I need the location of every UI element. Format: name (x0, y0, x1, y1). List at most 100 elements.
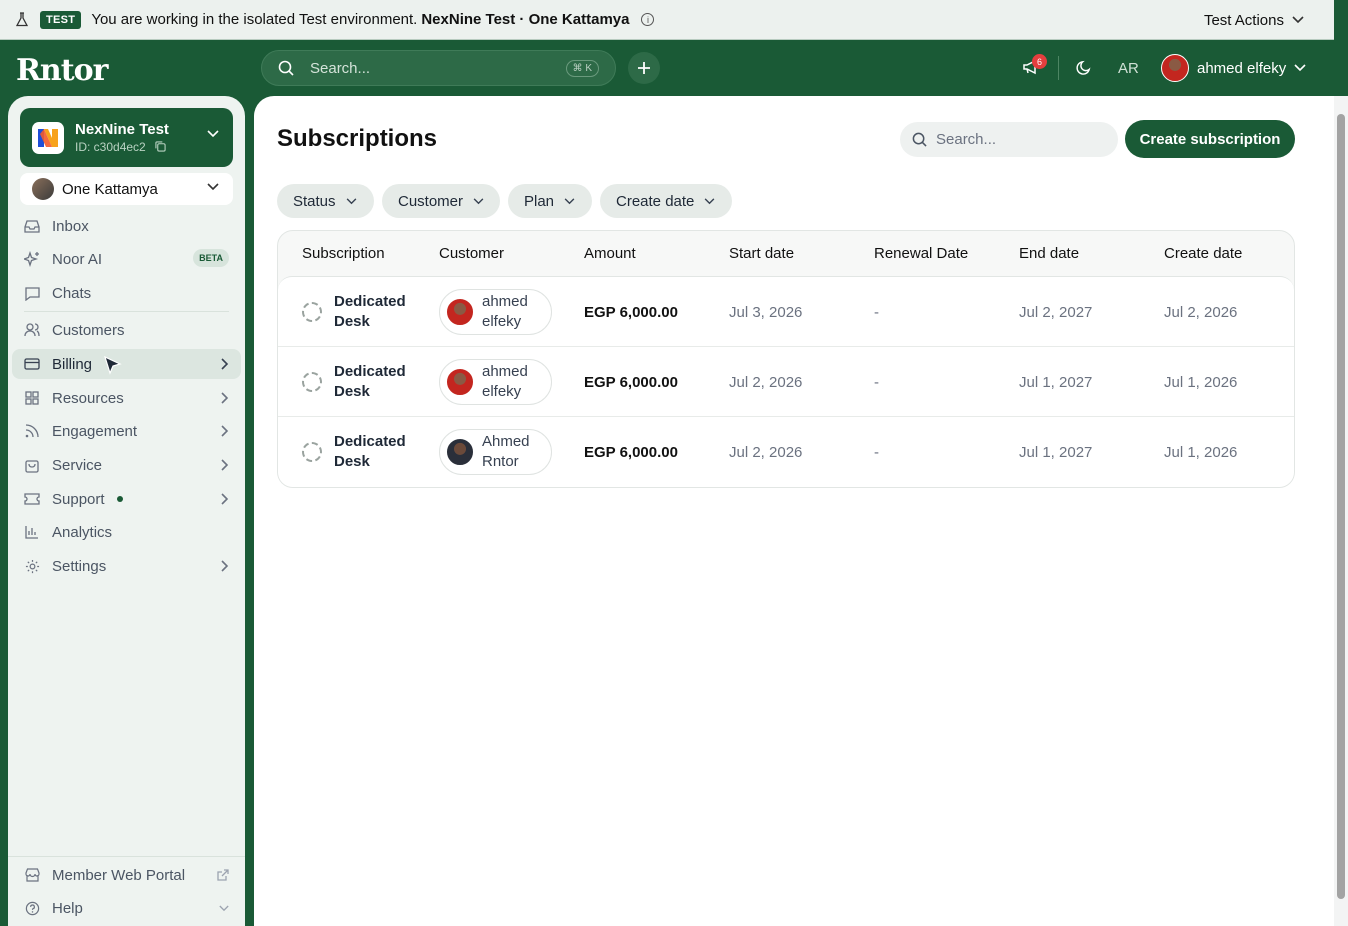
chevron-down-icon (1294, 64, 1306, 72)
global-search-placeholder: Search... (310, 59, 371, 77)
chevron-right-icon (221, 392, 229, 404)
status-icon (302, 277, 322, 347)
table-body: Dedicated Desk ahmed elfeky EGP 6,000.00 J… (278, 276, 1294, 487)
sidebar-item-label: Chats (52, 284, 92, 302)
sidebar-item-service[interactable]: Service (12, 450, 241, 480)
amount: EGP 6,000.00 (584, 443, 678, 461)
sidebar-item-label: Engagement (52, 422, 138, 440)
filter-plan[interactable]: Plan (508, 184, 592, 218)
subscription-name: Dedicated Desk (334, 433, 406, 470)
table-row[interactable]: Dedicated Desk ahmed elfeky EGP 6,000.00 J… (278, 347, 1294, 417)
start-date: Jul 3, 2026 (729, 303, 803, 321)
sidebar-item-noor-ai[interactable]: Noor AI BETA (12, 244, 241, 274)
test-actions-label: Test Actions (1203, 11, 1284, 29)
copy-icon[interactable] (155, 141, 166, 152)
subscriptions-search-input[interactable]: Search... (900, 122, 1118, 157)
filter-customer[interactable]: Customer (382, 184, 500, 218)
status-dot (116, 496, 123, 502)
info-icon[interactable]: i (641, 13, 655, 26)
sidebar-item-member-web-portal[interactable]: Member Web Portal (12, 860, 241, 890)
sidebar-item-label: Customers (52, 321, 125, 339)
create-date: Jul 1, 2026 (1164, 373, 1238, 391)
renewal-date: - (874, 303, 879, 321)
search-icon (278, 60, 294, 76)
table-row[interactable]: Dedicated Desk Ahmed Rntor EGP 6,000.00 Ju… (278, 417, 1294, 487)
org-logo-icon (32, 121, 64, 154)
sidebar-item-engagement[interactable]: Engagement (12, 416, 241, 446)
amount: EGP 6,000.00 (584, 373, 678, 391)
sidebar-item-resources[interactable]: Resources (12, 383, 241, 413)
filter-create-date[interactable]: Create date (600, 184, 732, 218)
subscription-name: Dedicated Desk (334, 363, 406, 400)
column-header[interactable]: Amount (584, 245, 636, 262)
moon-icon[interactable] (1076, 59, 1094, 77)
sidebar-item-help[interactable]: Help (12, 893, 241, 923)
filter-label: Create date (616, 192, 695, 210)
store-icon (24, 867, 40, 883)
rss-icon (24, 423, 40, 439)
sidebar-item-billing[interactable]: Billing (12, 349, 241, 379)
user-name: ahmed elfeky (1197, 59, 1287, 77)
app-logo[interactable]: Rntor (16, 53, 108, 88)
location-name: One Kattamya (62, 180, 158, 198)
page-scrollbar[interactable] (1334, 96, 1348, 926)
create-subscription-button[interactable]: Create subscription (1125, 120, 1295, 158)
sidebar-item-label: Inbox (52, 217, 89, 235)
renewal-date: - (874, 373, 879, 391)
help-icon (24, 900, 40, 916)
chat-icon (24, 285, 40, 301)
organization-switcher[interactable]: NexNine Test ID: c30d4ec2 (20, 108, 233, 167)
sidebar-item-label: Billing (52, 355, 93, 373)
end-date: Jul 1, 2027 (1019, 443, 1093, 461)
filter-status[interactable]: Status (277, 184, 374, 218)
chevron-down-icon (346, 197, 356, 204)
sidebar-item-support[interactable]: Support (12, 484, 241, 514)
global-search-input[interactable]: Search... ⌘ K (261, 50, 616, 86)
user-menu[interactable]: ahmed elfeky (1161, 54, 1306, 82)
filter-label: Plan (524, 192, 555, 210)
subscriptions-table: Subscription Customer Amount Start date … (277, 230, 1295, 488)
beta-badge: BETA (193, 249, 229, 267)
chevron-right-icon (221, 425, 229, 437)
sidebar-divider (24, 311, 229, 312)
filter-label: Customer (398, 192, 464, 210)
avatar (1161, 54, 1189, 82)
org-id: ID: c30d4ec2 (75, 140, 169, 154)
column-header[interactable]: Start date (729, 245, 794, 262)
sidebar-bottom-divider (8, 856, 245, 857)
chevron-down-icon (1292, 16, 1304, 24)
table-row[interactable]: Dedicated Desk ahmed elfeky EGP 6,000.00 J… (278, 277, 1294, 347)
notifications-button[interactable]: 6 (1022, 54, 1047, 78)
customer-cell[interactable]: ahmed elfeky (439, 347, 552, 417)
sidebar-item-settings[interactable]: Settings (12, 551, 241, 581)
sparkle-icon (24, 251, 40, 267)
column-header[interactable]: End date (1019, 245, 1079, 262)
customer-cell[interactable]: Ahmed Rntor (439, 417, 552, 487)
sidebar-item-label: Support (52, 490, 105, 508)
quick-add-button[interactable] (628, 52, 660, 84)
test-actions-dropdown[interactable]: Test Actions (1204, 0, 1304, 40)
avatar (446, 368, 474, 396)
location-switcher[interactable]: One Kattamya (20, 173, 233, 205)
ticket-icon (24, 491, 40, 507)
column-header[interactable]: Subscription (302, 245, 385, 262)
column-header[interactable]: Create date (1164, 245, 1242, 262)
amount: EGP 6,000.00 (584, 303, 678, 321)
sidebar-item-customers[interactable]: Customers (12, 315, 241, 345)
notification-count: 6 (1032, 54, 1047, 69)
scrollbar-thumb[interactable] (1337, 114, 1345, 899)
sidebar-item-inbox[interactable]: Inbox (12, 211, 241, 241)
customer-cell[interactable]: ahmed elfeky (439, 277, 552, 347)
renewal-date: - (874, 443, 879, 461)
search-placeholder: Search... (936, 131, 997, 148)
sidebar-item-chats[interactable]: Chats (12, 278, 241, 308)
language-toggle[interactable]: AR (1118, 60, 1139, 77)
grid-icon (24, 390, 40, 406)
create-date: Jul 2, 2026 (1164, 303, 1238, 321)
plus-icon (638, 62, 650, 74)
column-header[interactable]: Renewal Date (874, 245, 968, 262)
avatar (446, 298, 474, 326)
sidebar-item-analytics[interactable]: Analytics (12, 517, 241, 547)
column-header[interactable]: Customer (439, 245, 504, 262)
flask-icon (16, 12, 30, 28)
